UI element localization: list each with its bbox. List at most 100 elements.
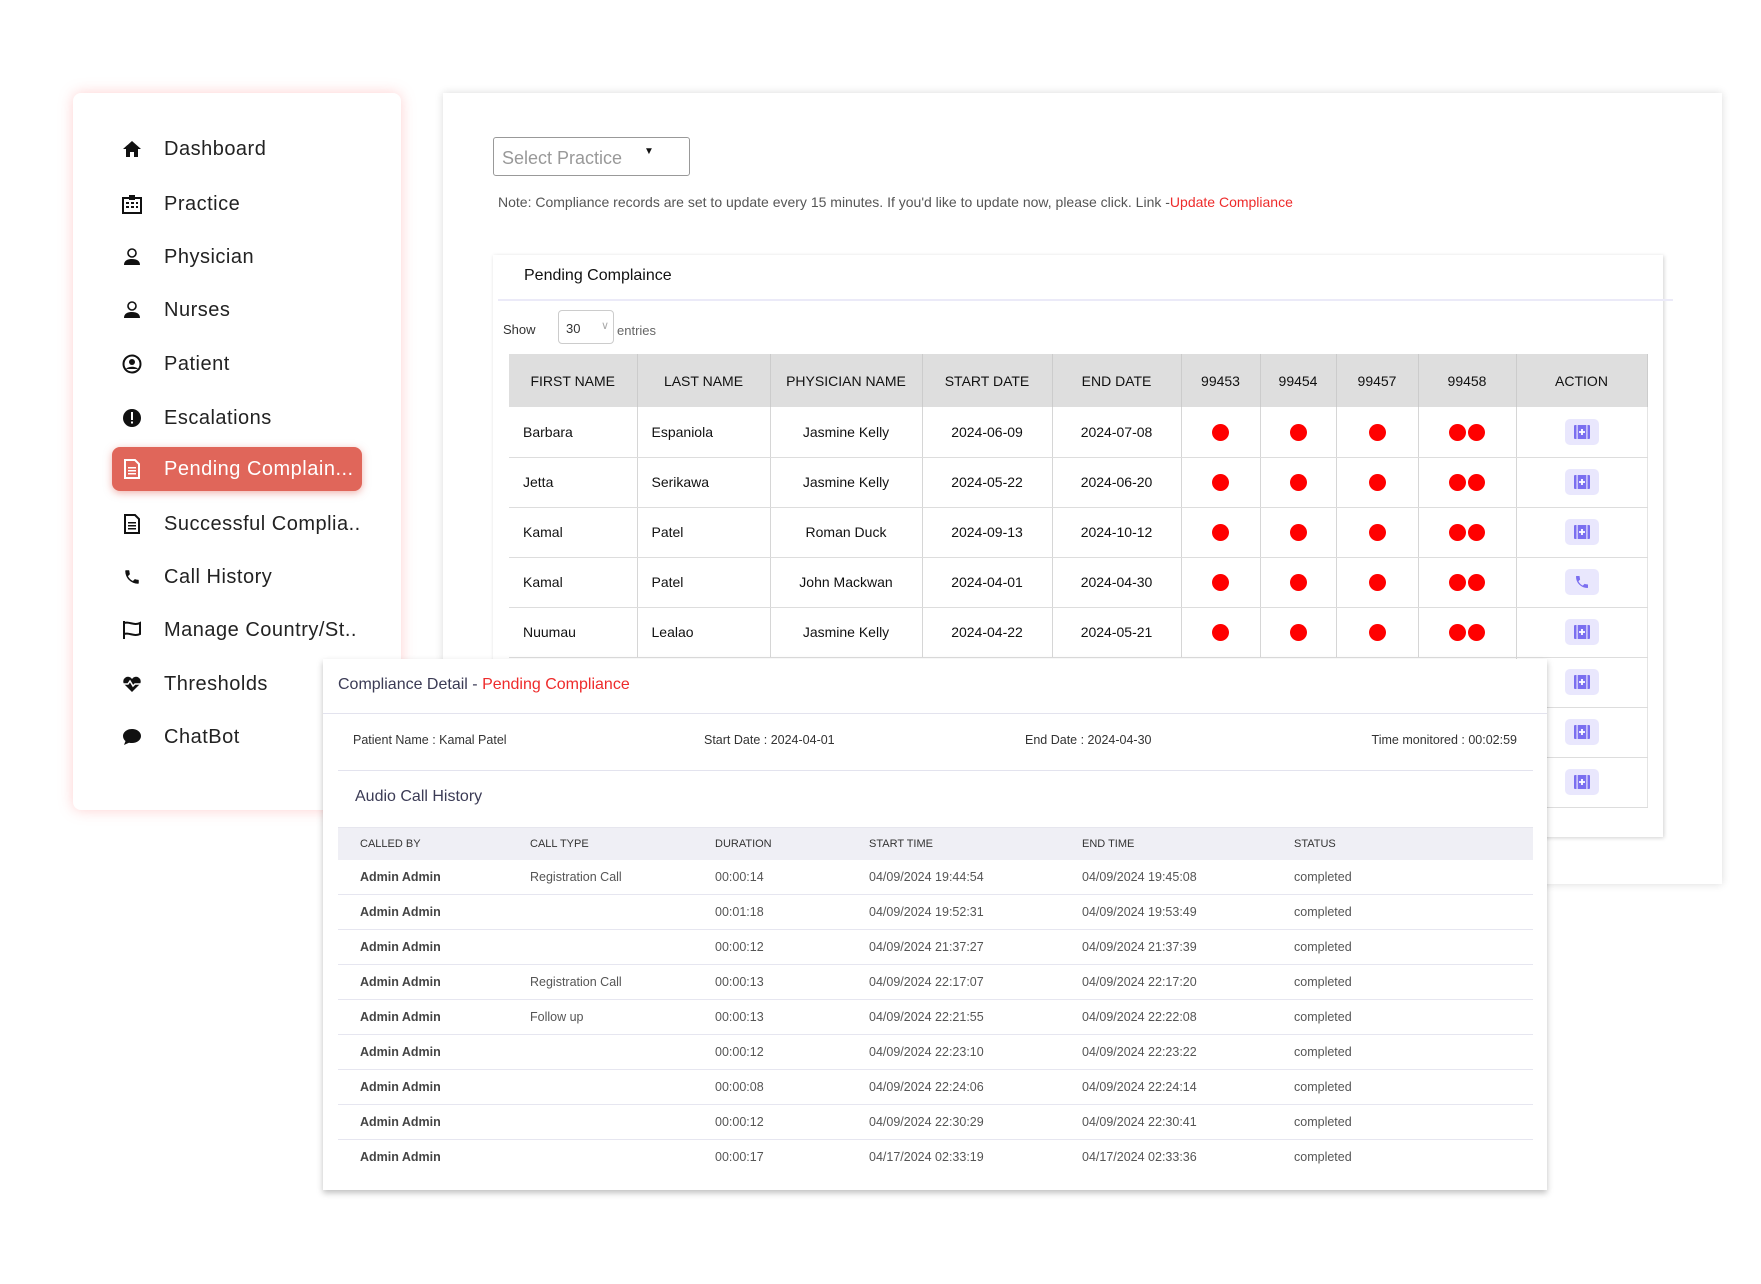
red-status-dot — [1212, 573, 1229, 591]
cell-called-by: Admin Admin — [338, 859, 530, 895]
card-title: Pending Complaince — [524, 267, 672, 284]
column-header[interactable]: LAST NAME — [637, 354, 771, 407]
time-monitored: Time monitored : 00:02:59 — [1371, 733, 1517, 747]
table-row: Admin Admin 00:00:12 04/09/2024 22:30:29 04… — [338, 1104, 1533, 1140]
table-row: Jetta Serikawa Jasmine Kelly 2024-05-22 2024… — [509, 457, 1648, 508]
column-header[interactable]: 99458 — [1418, 354, 1517, 407]
column-header: START TIME — [869, 827, 1082, 860]
cell-start-time: 04/09/2024 19:44:54 — [869, 859, 1082, 895]
sidebar-item-patient[interactable]: Patient — [112, 342, 362, 386]
cell-duration: 00:00:12 — [715, 1034, 869, 1070]
sidebar-item-label: Dashboard — [164, 137, 267, 160]
cell-end: 2024-07-08 — [1052, 407, 1182, 458]
cell-status: completed — [1294, 964, 1533, 1000]
red-status-dot — [1468, 573, 1485, 591]
cell-end-time: 04/09/2024 22:23:22 — [1082, 1034, 1294, 1070]
show-label: Show — [503, 322, 536, 337]
column-header[interactable]: PHYSICIAN NAME — [770, 354, 923, 407]
sidebar-item-pending-complain[interactable]: Pending Complain... — [112, 447, 362, 491]
cell-end-time: 04/09/2024 19:45:08 — [1082, 859, 1294, 895]
cell-duration: 00:00:12 — [715, 929, 869, 965]
entries-label: entries — [617, 323, 657, 338]
sidebar-item-escalations[interactable]: Escalations — [112, 396, 362, 440]
table-row: Admin Admin 00:01:18 04/09/2024 19:52:31 04… — [338, 894, 1533, 930]
column-header[interactable]: START DATE — [922, 354, 1053, 407]
medical-kit-button[interactable] — [1564, 619, 1599, 645]
cell-end: 2024-10-12 — [1052, 507, 1182, 558]
cell-first: Jetta — [509, 457, 638, 508]
sidebar-item-physician[interactable]: Physician — [112, 235, 362, 279]
status-cell — [1260, 607, 1337, 658]
medical-kit-button[interactable] — [1564, 418, 1599, 445]
select-practice-dropdown[interactable]: Select Practice ▼ — [493, 137, 690, 176]
sidebar-item-manage-country-st[interactable]: Manage Country/St.. — [112, 608, 362, 652]
status-cell — [1181, 507, 1261, 558]
entries-value: 30 — [566, 321, 581, 336]
detail-title-text: Compliance Detail - — [338, 676, 483, 693]
table-row: Barbara Espaniola Jasmine Kelly 2024-06-09 2… — [509, 407, 1648, 458]
cell-call-type — [530, 1034, 715, 1070]
sidebar-item-successful-complia[interactable]: Successful Complia.. — [112, 502, 362, 546]
cell-status: completed — [1294, 1104, 1533, 1140]
cell-called-by: Admin Admin — [338, 1034, 530, 1070]
cell-start: 2024-04-22 — [922, 607, 1053, 658]
cell-first: Kamal — [509, 507, 638, 558]
sidebar-item-label: Successful Complia.. — [164, 512, 361, 535]
cell-last: Patel — [637, 507, 771, 558]
medical-kit-button[interactable] — [1564, 519, 1599, 545]
cell-status: completed — [1294, 929, 1533, 965]
status-cell — [1336, 607, 1419, 658]
alert-icon — [122, 408, 142, 428]
cell-called-by: Admin Admin — [338, 1104, 530, 1140]
medical-kit-button[interactable] — [1564, 669, 1599, 695]
cell-start: 2024-05-22 — [922, 457, 1053, 508]
red-status-dot — [1212, 523, 1229, 541]
column-header[interactable]: FIRST NAME — [509, 354, 638, 407]
cell-called-by: Admin Admin — [338, 1069, 530, 1105]
column-header[interactable]: END DATE — [1052, 354, 1182, 407]
medical-kit-icon — [1573, 775, 1590, 789]
cell-call-type — [530, 929, 715, 965]
update-compliance-link[interactable]: Update Compliance — [1170, 194, 1293, 210]
cell-duration: 00:00:08 — [715, 1069, 869, 1105]
sidebar-item-label: Patient — [164, 352, 230, 375]
status-cell — [1336, 407, 1419, 458]
column-header[interactable]: 99453 — [1181, 354, 1261, 407]
column-header[interactable]: 99457 — [1336, 354, 1419, 407]
medical-kit-button[interactable] — [1564, 769, 1599, 795]
detail-title: Compliance Detail - Pending Compliance — [338, 676, 630, 694]
column-header: STATUS — [1294, 827, 1533, 860]
nurse-icon — [122, 300, 142, 320]
caret-down-icon: ▼ — [644, 146, 654, 157]
action-cell — [1516, 407, 1648, 458]
cell-status: completed — [1294, 1150, 1352, 1165]
column-header[interactable]: 99454 — [1260, 354, 1337, 407]
column-header[interactable]: ACTION — [1516, 354, 1648, 407]
sidebar-item-practice[interactable]: Practice — [112, 182, 362, 226]
status-cell — [1418, 407, 1517, 458]
action-cell — [1516, 607, 1648, 658]
document-icon — [122, 514, 142, 534]
entries-select[interactable]: 30 ∨ — [558, 310, 614, 344]
call-button[interactable] — [1564, 569, 1599, 595]
red-status-dot — [1289, 573, 1307, 591]
red-status-dot — [1289, 423, 1307, 441]
cell-start-time: 04/09/2024 19:52:31 — [869, 894, 1082, 930]
update-note: Note: Compliance records are set to upda… — [498, 194, 1293, 210]
status-cell — [1418, 607, 1517, 658]
sidebar-item-dashboard[interactable]: Dashboard — [112, 127, 362, 171]
note-text: Note: Compliance records are set to upda… — [498, 194, 1170, 210]
cell-first: Nuumau — [509, 607, 638, 658]
medical-kit-button[interactable] — [1564, 719, 1599, 745]
cell-start: 2024-06-09 — [922, 407, 1053, 458]
heartbeat-icon — [122, 674, 142, 694]
cell-duration: 00:00:14 — [715, 859, 869, 895]
sidebar-item-nurses[interactable]: Nurses — [112, 288, 362, 332]
table-row: Admin Admin 00:00:12 04/09/2024 22:23:10 04… — [338, 1034, 1533, 1070]
status-cell — [1418, 507, 1517, 558]
red-status-dot — [1449, 623, 1466, 641]
red-status-dot — [1449, 473, 1466, 491]
sidebar-item-call-history[interactable]: Call History — [112, 555, 362, 599]
cell-end-time: 04/09/2024 22:24:14 — [1082, 1069, 1294, 1105]
medical-kit-button[interactable] — [1564, 469, 1599, 495]
